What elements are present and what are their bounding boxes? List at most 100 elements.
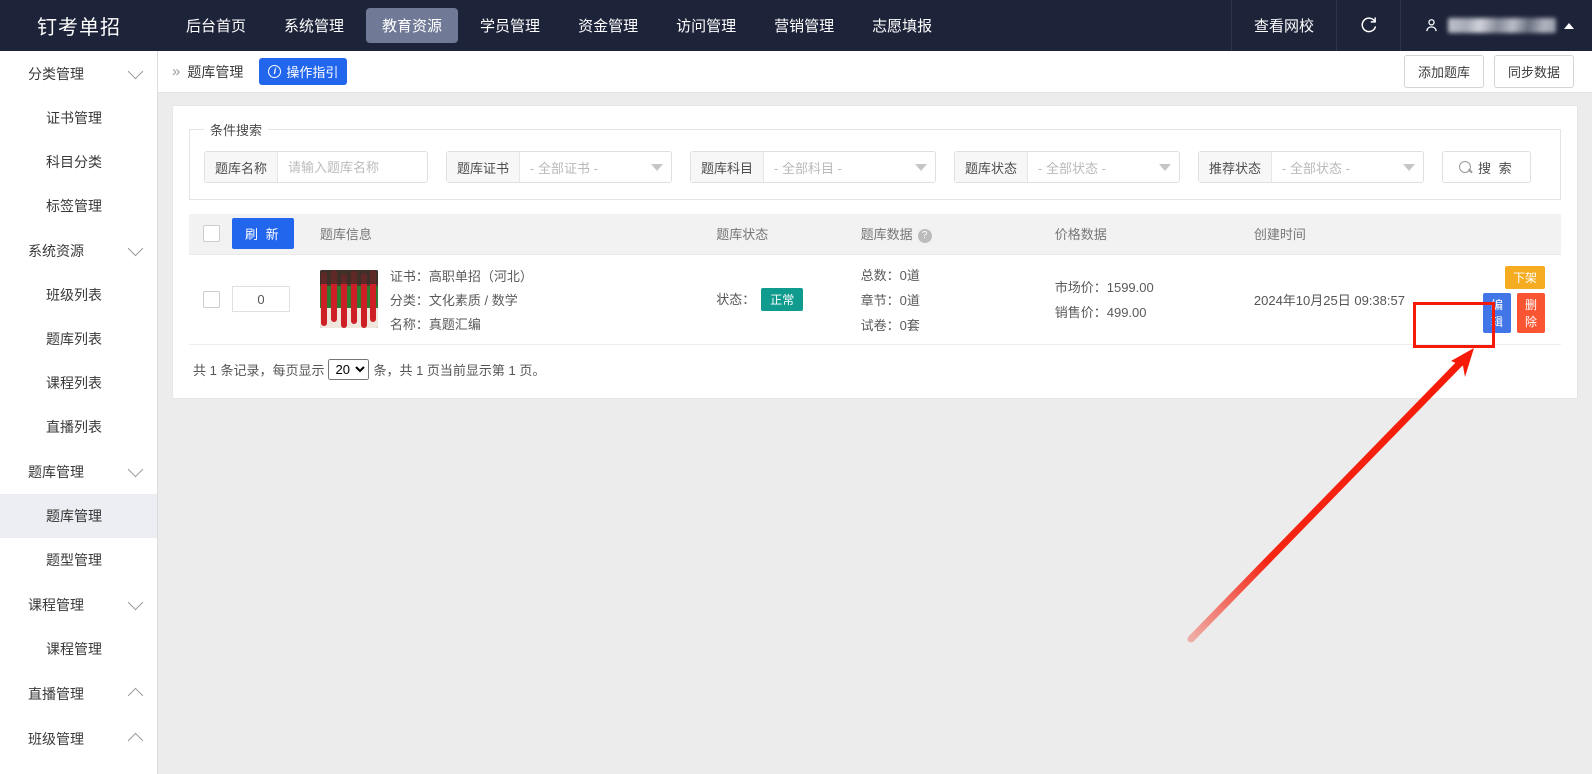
sidebar-group-label: 分类管理 xyxy=(28,65,84,82)
chevron-down-icon xyxy=(651,163,663,171)
filter-recommend-status-label: 推荐状态 xyxy=(1199,152,1273,182)
sidebar-group-course[interactable]: 课程管理 xyxy=(0,582,157,627)
chevron-up-icon xyxy=(127,687,144,703)
sidebar-group-system-resources[interactable]: 系统资源 xyxy=(0,228,157,273)
filter-bank-subject[interactable]: 题库科目 - 全部科目 - xyxy=(690,151,936,183)
refresh-header: 刷 新 xyxy=(226,214,314,255)
paper-count-label: 试卷： xyxy=(860,317,900,333)
market-price-value: 1599.00 xyxy=(1106,280,1154,295)
header-bank-data-label: 题库数据 xyxy=(860,227,913,243)
bank-thumbnail[interactable] xyxy=(319,270,378,328)
sidebar-item-certificate[interactable]: 证书管理 xyxy=(0,96,157,140)
pagination-suffix: 条，共 1 页当前显示第 1 页。 xyxy=(373,362,546,378)
sidebar-group-category[interactable]: 分类管理 xyxy=(0,51,157,96)
search-button[interactable]: 搜 索 xyxy=(1442,151,1531,183)
bank-status-select[interactable]: - 全部状态 - xyxy=(1028,152,1179,182)
sidebar-item-question-bank-manage[interactable]: 题库管理 xyxy=(0,494,157,538)
breadcrumb-arrow-icon: » xyxy=(172,63,181,80)
bank-info: 证书：高职单招（河北） 分类：文化素质 / 数学 名称：真题汇编 xyxy=(319,266,704,333)
subject-select[interactable]: - 全部科目 - xyxy=(764,152,935,182)
sidebar-item-course-list[interactable]: 课程列表 xyxy=(0,361,157,405)
row-operations-cell: 下架 编辑 删除 xyxy=(1476,254,1561,345)
user-icon xyxy=(1426,19,1437,32)
certificate-select[interactable]: - 全部证书 - xyxy=(520,152,671,182)
row-select-cell xyxy=(189,254,226,345)
row-data-cell: 总数：0道 章节：0道 试卷：0套 xyxy=(854,254,1049,345)
bank-certificate-label: 证书： xyxy=(389,268,429,284)
info-icon: i xyxy=(268,65,282,78)
top-menu-item-education-resources[interactable]: 教育资源 xyxy=(366,8,459,43)
operation-guide-button[interactable]: i 操作指引 xyxy=(259,58,348,85)
sidebar-item-course-manage[interactable]: 课程管理 xyxy=(0,627,157,671)
page-title: 题库管理 xyxy=(187,63,244,80)
header-bank-status: 题库状态 xyxy=(710,214,855,255)
content-area: » 题库管理 i 操作指引 添加题库 同步数据 条件搜索 题库名称 请输入题库名… xyxy=(158,51,1592,774)
brand-logo[interactable]: 钉考单招 xyxy=(0,0,158,51)
sidebar-group-live[interactable]: 直播管理 xyxy=(0,671,157,716)
page-actions: 添加题库 同步数据 xyxy=(1403,55,1574,88)
search-input[interactable] xyxy=(278,152,427,182)
edit-button[interactable]: 编辑 xyxy=(1482,292,1511,333)
help-icon[interactable]: ? xyxy=(917,228,932,243)
question-bank-table: 刷 新 题库信息 题库状态 题库数据? 价格数据 创建时间 0 证书：高职单招（… xyxy=(189,214,1561,345)
offline-button[interactable]: 下架 xyxy=(1504,265,1545,289)
top-right-actions: 查看网校 xyxy=(1230,0,1592,51)
delete-button[interactable]: 删除 xyxy=(1516,292,1545,333)
top-menu-item-students[interactable]: 学员管理 xyxy=(464,8,556,43)
top-menu-item-system[interactable]: 系统管理 xyxy=(268,8,360,43)
top-menu-item-visits[interactable]: 访问管理 xyxy=(660,8,752,43)
search-icon xyxy=(1459,160,1472,174)
chevron-down-icon xyxy=(127,594,144,611)
top-navigation-bar: 钉考单招 后台首页 系统管理 教育资源 学员管理 资金管理 访问管理 营销管理 … xyxy=(0,0,1592,51)
search-button-label: 搜 索 xyxy=(1478,160,1514,176)
sidebar-item-class-list[interactable]: 班级列表 xyxy=(0,273,157,317)
page-size-select[interactable]: 20 xyxy=(328,358,370,380)
refresh-button[interactable]: 刷 新 xyxy=(232,218,294,250)
table-row: 0 证书：高职单招（河北） 分类：文化素质 / 数学 名称：真题汇编 状态： 正… xyxy=(189,254,1561,345)
status-label: 状态： xyxy=(716,291,756,307)
top-menu-item-home[interactable]: 后台首页 xyxy=(170,8,262,43)
recommend-status-select-value: - 全部状态 - xyxy=(1282,160,1350,176)
user-menu[interactable] xyxy=(1400,0,1592,51)
view-website-button[interactable]: 查看网校 xyxy=(1230,0,1336,51)
search-legend: 条件搜索 xyxy=(210,123,263,138)
total-questions-label: 总数： xyxy=(860,267,900,283)
sidebar-item-question-type-manage[interactable]: 题型管理 xyxy=(0,538,157,582)
chapter-questions-value: 0道 xyxy=(899,292,920,308)
refresh-icon[interactable] xyxy=(1336,0,1400,51)
sidebar-group-label: 班级管理 xyxy=(28,730,84,747)
sidebar-group-label: 题库管理 xyxy=(28,463,84,480)
recommend-status-select[interactable]: - 全部状态 - xyxy=(1272,152,1423,182)
subject-select-value: - 全部科目 - xyxy=(774,160,842,176)
sidebar-group-class[interactable]: 班级管理 xyxy=(0,716,157,761)
top-menu-item-marketing[interactable]: 营销管理 xyxy=(758,8,850,43)
sync-data-button[interactable]: 同步数据 xyxy=(1493,55,1574,88)
select-all-checkbox[interactable] xyxy=(203,225,220,243)
sidebar-item-live-list[interactable]: 直播列表 xyxy=(0,405,157,449)
operation-guide-label: 操作指引 xyxy=(286,65,339,80)
main-panel: 条件搜索 题库名称 题库证书 - 全部证书 - 题库科目 xyxy=(172,105,1578,399)
filter-bank-certificate[interactable]: 题库证书 - 全部证书 - xyxy=(446,151,672,183)
filter-recommend-status[interactable]: 推荐状态 - 全部状态 - xyxy=(1198,151,1424,183)
filter-row: 题库名称 题库证书 - 全部证书 - 题库科目 - 全部科目 - xyxy=(204,151,1546,183)
row-checkbox[interactable] xyxy=(203,290,220,308)
sidebar-item-question-bank-list[interactable]: 题库列表 xyxy=(0,317,157,361)
bank-category-line: 分类：文化素质 / 数学 xyxy=(390,290,533,309)
filter-bank-status-label: 题库状态 xyxy=(955,152,1029,182)
sort-order-input[interactable]: 0 xyxy=(232,286,290,312)
header-operations xyxy=(1476,214,1561,255)
top-menu-item-finance[interactable]: 资金管理 xyxy=(562,8,654,43)
add-question-bank-button[interactable]: 添加题库 xyxy=(1403,55,1484,88)
sidebar-item-tag[interactable]: 标签管理 xyxy=(0,184,157,228)
top-menu-item-volunteer[interactable]: 志愿填报 xyxy=(856,8,948,43)
price-lines: 市场价：1599.00 销售价：499.00 xyxy=(1055,277,1242,321)
bank-info-lines: 证书：高职单招（河北） 分类：文化素质 / 数学 名称：真题汇编 xyxy=(390,266,533,333)
chevron-down-icon xyxy=(1403,163,1415,171)
bank-category-label: 分类： xyxy=(389,292,429,308)
filter-bank-status[interactable]: 题库状态 - 全部状态 - xyxy=(954,151,1180,183)
row-sort-cell: 0 xyxy=(226,254,314,345)
sidebar-item-subject-category[interactable]: 科目分类 xyxy=(0,140,157,184)
sidebar-group-question-bank[interactable]: 题库管理 xyxy=(0,449,157,494)
filter-bank-name-label: 题库名称 xyxy=(205,152,279,182)
table-head: 刷 新 题库信息 题库状态 题库数据? 价格数据 创建时间 xyxy=(189,214,1561,255)
